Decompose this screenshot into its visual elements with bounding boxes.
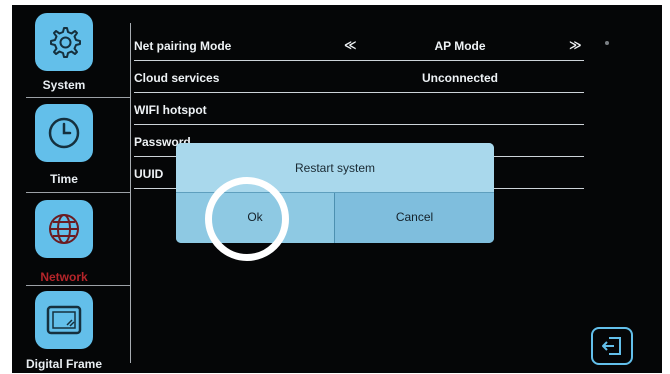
setting-row-cloud-services[interactable]: Cloud services Unconnected xyxy=(134,61,584,93)
setting-value: AP Mode xyxy=(434,39,486,53)
sidebar-item-time[interactable]: Time xyxy=(12,98,130,190)
setting-value: Unconnected xyxy=(421,71,498,85)
cancel-button[interactable]: Cancel xyxy=(335,193,494,243)
setting-label: Net pairing Mode xyxy=(134,39,232,53)
sidebar-item-label: System xyxy=(42,78,86,92)
indicator-dot xyxy=(605,41,609,45)
setting-row-wifi-hotspot[interactable]: WIFI hotspot xyxy=(134,93,584,125)
gear-icon xyxy=(35,13,93,71)
clock-icon xyxy=(35,104,93,162)
sidebar-item-label: Digital Frame xyxy=(25,357,103,371)
sidebar-item-digital-frame[interactable]: Digital Frame xyxy=(12,286,130,373)
sidebar: System Time Network Digital Frame xyxy=(12,5,130,373)
picture-frame-icon xyxy=(35,291,93,349)
sidebar-item-label: Time xyxy=(50,172,78,186)
highlight-circle xyxy=(205,177,289,261)
setting-label: WIFI hotspot xyxy=(134,103,207,117)
sidebar-separator xyxy=(130,23,131,363)
prev-option-arrow-icon[interactable]: ≪ xyxy=(344,38,357,52)
setting-label: UUID xyxy=(134,167,164,181)
sidebar-item-label: Network xyxy=(40,270,88,284)
device-screen: System Time Network Digital Frame Net pa… xyxy=(12,5,662,373)
exit-button[interactable] xyxy=(591,327,633,365)
exit-icon xyxy=(602,337,621,355)
setting-label: Cloud services xyxy=(134,71,220,85)
sidebar-item-system[interactable]: System xyxy=(12,5,130,97)
next-option-arrow-icon[interactable]: ≫ xyxy=(569,38,582,52)
setting-row-net-pairing-mode[interactable]: Net pairing Mode ≪ AP Mode ≫ xyxy=(134,29,584,61)
globe-icon xyxy=(35,200,93,258)
sidebar-item-network[interactable]: Network xyxy=(12,193,130,285)
